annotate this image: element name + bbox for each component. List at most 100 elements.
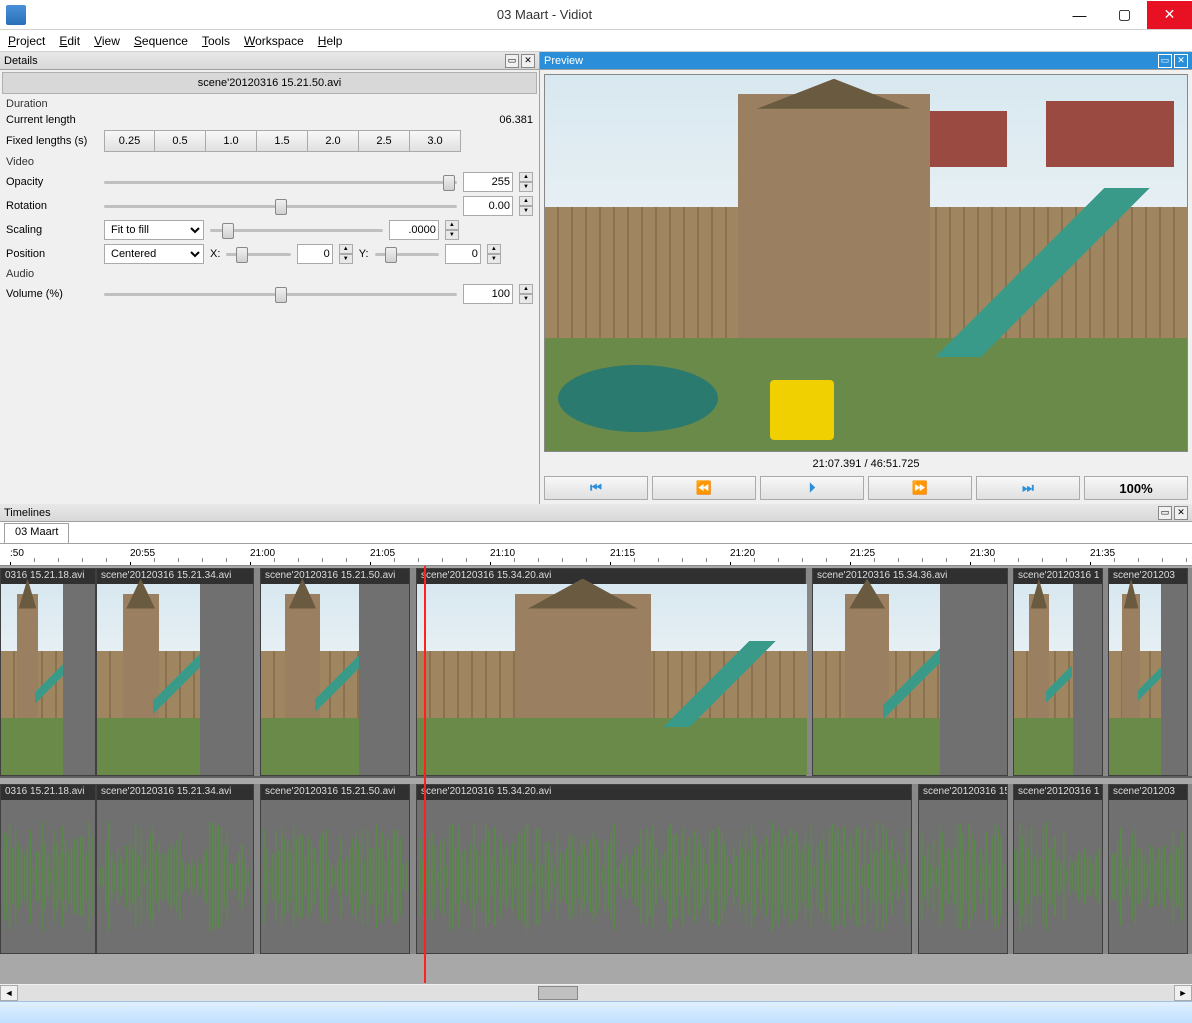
video-clip[interactable]: scene'20120316 1 xyxy=(1013,568,1103,776)
opacity-slider[interactable] xyxy=(104,173,457,191)
menu-bar: Project Edit View Sequence Tools Workspa… xyxy=(0,30,1192,52)
clip-thumbnail xyxy=(97,584,200,775)
position-select[interactable]: Centered xyxy=(104,244,204,264)
clip-label: scene'20120316 1 xyxy=(1014,785,1102,800)
audio-clip[interactable]: scene'20120316 15.34.20.avi xyxy=(416,784,912,954)
transport-end-button[interactable]: ⏭ xyxy=(976,476,1080,500)
waveform xyxy=(261,800,409,953)
audio-track[interactable]: 0316 15.21.18.aviscene'20120316 15.21.34… xyxy=(0,784,1192,954)
current-length-label: Current length xyxy=(6,114,98,126)
close-button[interactable]: ✕ xyxy=(1147,1,1192,29)
menu-tools[interactable]: Tools xyxy=(202,34,230,48)
volume-slider[interactable] xyxy=(104,285,457,303)
transport-home-button[interactable]: ⏮ xyxy=(544,476,648,500)
timelines-float-button[interactable]: ▭ xyxy=(1158,506,1172,520)
audio-clip[interactable]: scene'20120316 15.21.34.avi xyxy=(96,784,254,954)
clip-thumbnail xyxy=(813,584,940,775)
volume-spinner[interactable]: ▲▼ xyxy=(519,284,533,304)
rotation-spinner[interactable]: ▲▼ xyxy=(519,196,533,216)
preview-float-button[interactable]: ▭ xyxy=(1158,54,1172,68)
opacity-spinner[interactable]: ▲▼ xyxy=(519,172,533,192)
transport-prev-button[interactable]: ⏪ xyxy=(652,476,756,500)
preview-panel: Preview ▭ ✕ 21:07.391 / 46:51.725 ⏮ xyxy=(540,52,1192,504)
preset-025[interactable]: 0.25 xyxy=(104,130,155,152)
playhead[interactable] xyxy=(424,566,426,983)
maximize-button[interactable]: ▢ xyxy=(1102,1,1147,29)
current-length-value: 06.381 xyxy=(499,114,533,126)
duration-section: Duration xyxy=(0,96,539,112)
clip-thumbnail xyxy=(417,584,807,775)
details-close-button[interactable]: ✕ xyxy=(521,54,535,68)
opacity-input[interactable] xyxy=(463,172,513,192)
timeline-tab[interactable]: 03 Maart xyxy=(4,523,69,543)
ruler-tick: 20:55 xyxy=(130,548,155,559)
y-spinner[interactable]: ▲▼ xyxy=(487,244,501,264)
clip-label: scene'20120316 15.21.50.avi xyxy=(261,785,409,800)
video-clip[interactable]: scene'201203 xyxy=(1108,568,1188,776)
scroll-thumb[interactable] xyxy=(538,986,578,1000)
audio-clip[interactable]: scene'20120316 1 xyxy=(1013,784,1103,954)
waveform xyxy=(1014,800,1102,953)
details-header: Details ▭ ✕ xyxy=(0,52,539,70)
window-title: 03 Maart - Vidiot xyxy=(32,7,1057,22)
video-track[interactable]: 0316 15.21.18.aviscene'20120316 15.21.34… xyxy=(0,568,1192,778)
x-slider[interactable] xyxy=(226,245,290,263)
video-clip[interactable]: 0316 15.21.18.avi xyxy=(0,568,96,776)
audio-clip[interactable]: scene'20120316 15.34.36.avi xyxy=(918,784,1008,954)
video-section: Video xyxy=(0,154,539,170)
rotation-label: Rotation xyxy=(6,200,98,212)
ruler-tick: 21:20 xyxy=(730,548,755,559)
video-clip[interactable]: scene'20120316 15.21.34.avi xyxy=(96,568,254,776)
video-clip[interactable]: scene'20120316 15.34.36.avi xyxy=(812,568,1008,776)
timeline-tracks[interactable]: 0316 15.21.18.aviscene'20120316 15.21.34… xyxy=(0,566,1192,983)
rotation-input[interactable] xyxy=(463,196,513,216)
timeline-scrollbar[interactable]: ◄ ► xyxy=(0,983,1192,1001)
y-input[interactable] xyxy=(445,244,481,264)
x-input[interactable] xyxy=(297,244,333,264)
preset-05[interactable]: 0.5 xyxy=(155,130,206,152)
transport-next-button[interactable]: ⏩ xyxy=(868,476,972,500)
preset-15[interactable]: 1.5 xyxy=(257,130,308,152)
scaling-select[interactable]: Fit to fill xyxy=(104,220,204,240)
scroll-left-button[interactable]: ◄ xyxy=(0,985,18,1001)
scaling-slider[interactable] xyxy=(210,221,383,239)
clip-label: scene'20120316 15.34.36.avi xyxy=(919,785,1007,800)
ruler-tick: 21:05 xyxy=(370,548,395,559)
zoom-display[interactable]: 100% xyxy=(1084,476,1188,500)
video-clip[interactable]: scene'20120316 15.34.20.avi xyxy=(416,568,806,776)
preview-viewport[interactable] xyxy=(544,74,1188,452)
timeline-ruler[interactable]: :5020:5521:0021:0521:1021:1521:2021:2521… xyxy=(0,544,1192,566)
waveform xyxy=(97,800,253,953)
x-spinner[interactable]: ▲▼ xyxy=(339,244,353,264)
waveform xyxy=(1109,800,1187,953)
rotation-slider[interactable] xyxy=(104,197,457,215)
menu-project[interactable]: Project xyxy=(8,34,45,48)
menu-workspace[interactable]: Workspace xyxy=(244,34,304,48)
menu-view[interactable]: View xyxy=(94,34,120,48)
preset-30[interactable]: 3.0 xyxy=(410,130,461,152)
scaling-spinner[interactable]: ▲▼ xyxy=(445,220,459,240)
fixed-lengths-label: Fixed lengths (s) xyxy=(6,135,98,147)
title-bar: 03 Maart - Vidiot — ▢ ✕ xyxy=(0,0,1192,30)
menu-edit[interactable]: Edit xyxy=(59,34,80,48)
audio-clip[interactable]: scene'201203 xyxy=(1108,784,1188,954)
clip-label: scene'20120316 15.21.34.avi xyxy=(97,569,253,584)
menu-sequence[interactable]: Sequence xyxy=(134,34,188,48)
scaling-input[interactable] xyxy=(389,220,439,240)
transport-play-button[interactable]: ⏵ xyxy=(760,476,864,500)
clip-label: scene'201203 xyxy=(1109,569,1187,584)
video-clip[interactable]: scene'20120316 15.21.50.avi xyxy=(260,568,410,776)
details-float-button[interactable]: ▭ xyxy=(505,54,519,68)
audio-clip[interactable]: 0316 15.21.18.avi xyxy=(0,784,96,954)
menu-help[interactable]: Help xyxy=(318,34,343,48)
preview-close-button[interactable]: ✕ xyxy=(1174,54,1188,68)
audio-clip[interactable]: scene'20120316 15.21.50.avi xyxy=(260,784,410,954)
timelines-close-button[interactable]: ✕ xyxy=(1174,506,1188,520)
minimize-button[interactable]: — xyxy=(1057,1,1102,29)
preset-20[interactable]: 2.0 xyxy=(308,130,359,152)
preset-25[interactable]: 2.5 xyxy=(359,130,410,152)
preset-10[interactable]: 1.0 xyxy=(206,130,257,152)
scroll-right-button[interactable]: ► xyxy=(1174,985,1192,1001)
volume-input[interactable] xyxy=(463,284,513,304)
y-slider[interactable] xyxy=(375,245,439,263)
